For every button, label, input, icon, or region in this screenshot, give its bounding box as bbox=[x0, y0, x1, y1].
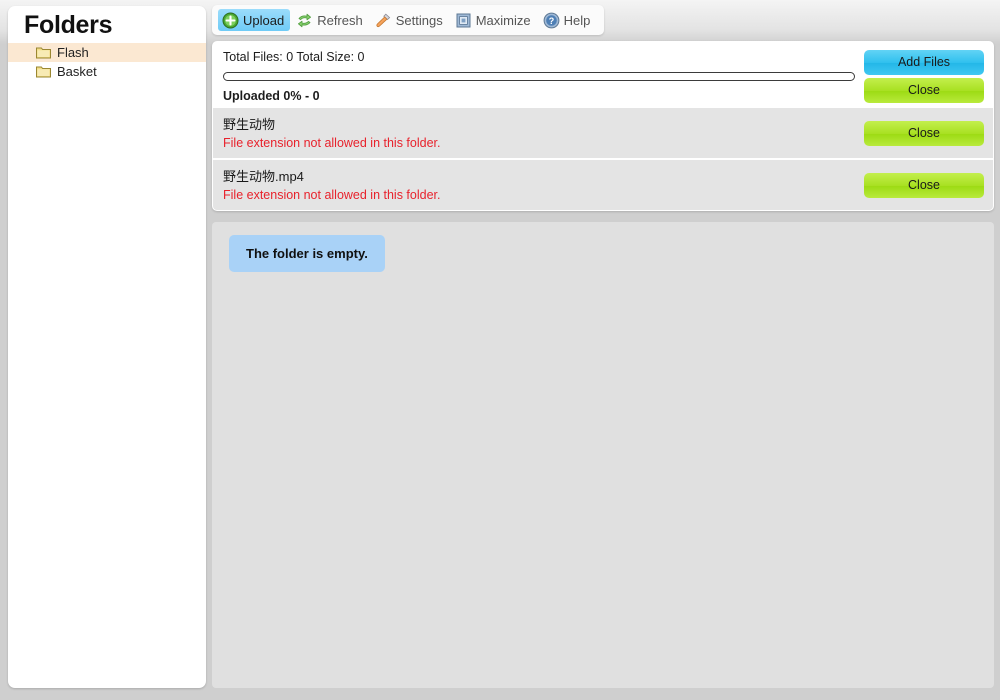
toolbar-button-refresh[interactable]: Refresh bbox=[292, 9, 369, 31]
maximize-square-icon bbox=[455, 12, 472, 29]
app-window: Folders Flash Basket Upload Refresh Sett… bbox=[0, 0, 1000, 700]
toolbar-button-settings[interactable]: Settings bbox=[371, 9, 449, 31]
close-file-button[interactable]: Close bbox=[864, 173, 984, 198]
toolbar-button-maximize[interactable]: Maximize bbox=[451, 9, 537, 31]
refresh-arrows-icon bbox=[296, 12, 313, 29]
close-file-button[interactable]: Close bbox=[864, 121, 984, 146]
upload-panel: Total Files: 0 Total Size: 0 Uploaded 0%… bbox=[212, 41, 994, 211]
sidebar-item-basket[interactable]: Basket bbox=[8, 62, 206, 81]
toolbar-button-label: Help bbox=[563, 12, 591, 28]
main-toolbar: Upload Refresh Settings Maximize ? Help bbox=[212, 5, 605, 35]
sidebar-title: Folders bbox=[24, 11, 113, 39]
toolbar-button-label: Refresh bbox=[317, 12, 363, 28]
upload-progress-bar bbox=[223, 72, 855, 81]
close-upload-button[interactable]: Close bbox=[864, 78, 984, 103]
empty-folder-message: The folder is empty. bbox=[229, 235, 385, 272]
upload-actions: Add Files Close bbox=[864, 50, 984, 103]
toolbar-button-upload[interactable]: Upload bbox=[218, 9, 291, 31]
toolbar-button-label: Settings bbox=[395, 12, 443, 28]
folder-icon bbox=[36, 65, 51, 78]
screwdriver-icon bbox=[375, 12, 392, 29]
sidebar-item-flash[interactable]: Flash bbox=[8, 43, 206, 62]
upload-file-row: 野生动物.mp4 File extension not allowed in t… bbox=[213, 158, 993, 210]
svg-text:?: ? bbox=[548, 16, 554, 26]
add-files-button[interactable]: Add Files bbox=[864, 50, 984, 75]
folder-content-panel: The folder is empty. bbox=[212, 222, 994, 688]
sidebar-item-label: Basket bbox=[57, 64, 97, 79]
upload-plus-icon bbox=[222, 12, 239, 29]
folder-icon bbox=[36, 46, 51, 59]
upload-summary: Total Files: 0 Total Size: 0 Uploaded 0%… bbox=[213, 42, 993, 106]
toolbar-button-label: Upload bbox=[243, 12, 285, 28]
sidebar-item-label: Flash bbox=[57, 45, 89, 60]
upload-file-row: 野生动物 File extension not allowed in this … bbox=[213, 106, 993, 158]
toolbar-button-label: Maximize bbox=[475, 12, 531, 28]
folders-sidebar: Folders Flash Basket bbox=[8, 6, 206, 688]
toolbar-button-help[interactable]: ? Help bbox=[539, 9, 597, 31]
help-question-icon: ? bbox=[543, 12, 560, 29]
